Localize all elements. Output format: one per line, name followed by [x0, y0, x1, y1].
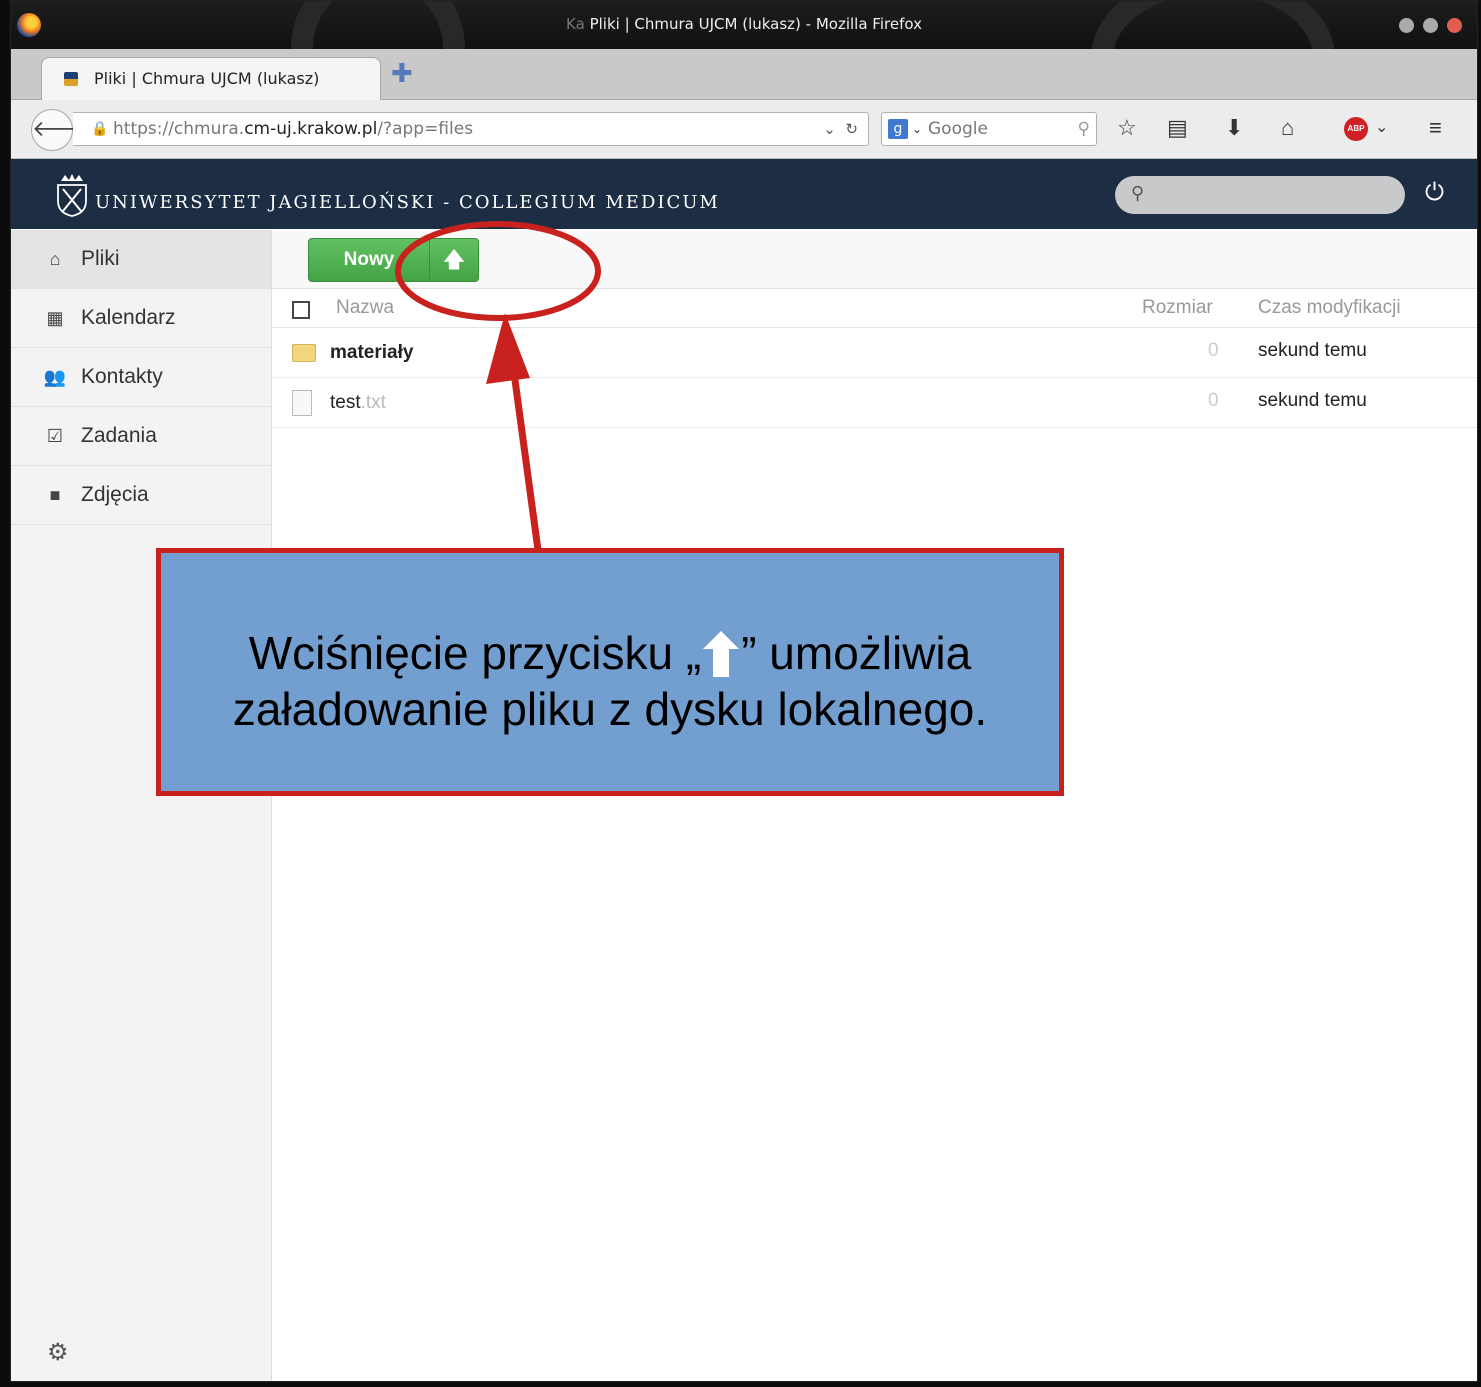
google-engine-icon[interactable]: g [888, 119, 908, 139]
adblock-plus-icon[interactable]: ABP [1344, 117, 1368, 141]
new-button[interactable]: Nowy [308, 238, 430, 282]
table-row[interactable]: test.txt 0 sekund temu [272, 378, 1477, 428]
app-search-input[interactable]: ⚲ [1115, 176, 1405, 214]
file-name[interactable]: test.txt [330, 392, 386, 414]
upload-arrow-icon [701, 629, 741, 679]
file-table: Nazwa Rozmiar Czas modyfikacji materiały… [272, 289, 1477, 428]
new-tab-icon[interactable]: ✚ [391, 59, 413, 87]
callout-line-1: Wciśnięcie przycisku „ ” umożliwia [161, 625, 1059, 681]
file-modified: sekund temu [1258, 340, 1367, 361]
university-crest-icon[interactable] [55, 173, 89, 217]
upload-button[interactable]: 🡅 [429, 238, 479, 282]
window-title-prefix: Ka [566, 15, 585, 33]
url-prefix: https://chmura. [113, 119, 245, 139]
file-size: 0 [1208, 340, 1219, 361]
back-button[interactable]: 🡐 [31, 109, 91, 151]
callout-line-2: załadowanie pliku z dysku lokalnego. [232, 683, 988, 735]
home-icon[interactable]: ⌂ [1281, 114, 1294, 142]
url-domain: cm-uj.krakow.pl [244, 119, 378, 139]
column-header-size[interactable]: Rozmiar [1142, 297, 1213, 319]
sidebar-item-zadania[interactable]: ☑ Zadania [11, 407, 271, 466]
column-header-modified[interactable]: Czas modyfikacji [1258, 297, 1401, 319]
settings-gear-icon[interactable]: ⚙ [47, 1338, 69, 1367]
chevron-down-icon[interactable]: ⌄ [912, 113, 922, 145]
navigation-toolbar: 🡐 🔒 https://chmura.cm-uj.krakow.pl/?app=… [11, 100, 1477, 159]
brand-title: UNIWERSYTET JAGIELLOŃSKI - COLLEGIUM MED… [95, 192, 720, 213]
reload-icon[interactable]: ↻ [845, 120, 858, 138]
table-header: Nazwa Rozmiar Czas modyfikacji [272, 289, 1477, 328]
files-controls-bar: Nowy 🡅 [272, 230, 1477, 289]
home-icon: ⌂ [49, 249, 61, 269]
sidebar-item-label: Pliki [81, 247, 120, 270]
callout-text-after: ” umożliwia [741, 627, 972, 679]
tab-label: Pliki | Chmura UJCM (lukasz) [94, 69, 320, 88]
photos-icon: ■ [49, 485, 61, 505]
callout-text-before: Wciśnięcie przycisku „ [248, 627, 702, 679]
annotation-callout: Wciśnięcie przycisku „ ” umożliwia załado… [156, 548, 1064, 796]
window-title: Ka Pliki | Chmura UJCM (lukasz) - Mozill… [11, 15, 1477, 33]
maximize-button[interactable] [1423, 18, 1438, 33]
search-bar[interactable]: g ⌄ Google ⚲ [881, 112, 1097, 146]
url-bar[interactable]: 🔒 https://chmura.cm-uj.krakow.pl/?app=fi… [73, 112, 869, 146]
upload-arrow-icon: 🡅 [442, 247, 466, 272]
text-file-icon [292, 390, 312, 416]
sidebar-item-pliki[interactable]: ⌂ Pliki [11, 230, 271, 289]
table-row[interactable]: materiały 0 sekund temu [272, 328, 1477, 378]
calendar-icon: ▦ [46, 308, 64, 328]
close-window-button[interactable] [1447, 18, 1462, 33]
window-title-text: Pliki | Chmura UJCM (lukasz) - Mozilla F… [589, 15, 922, 33]
sidebar-item-label: Kontakty [81, 365, 163, 388]
file-size: 0 [1208, 390, 1219, 411]
search-placeholder: Google [928, 119, 988, 139]
file-modified: sekund temu [1258, 390, 1367, 411]
sidebar-item-label: Kalendarz [81, 306, 176, 329]
search-icon: ⚲ [1131, 183, 1145, 203]
column-header-name[interactable]: Nazwa [336, 297, 394, 319]
search-icon[interactable]: ⚲ [1078, 113, 1090, 145]
url-text: https://chmura.cm-uj.krakow.pl/?app=file… [113, 113, 473, 145]
sidebar-item-label: Zdjęcia [81, 483, 149, 506]
app-header: UNIWERSYTET JAGIELLOŃSKI - COLLEGIUM MED… [11, 159, 1477, 229]
file-extension: .txt [360, 392, 386, 413]
sidebar-item-zdjecia[interactable]: ■ Zdjęcia [11, 466, 271, 525]
site-favicon-icon [64, 72, 78, 86]
tab-strip: Pliki | Chmura UJCM (lukasz) ✚ [11, 49, 1477, 100]
sidebar-item-label: Zadania [81, 424, 157, 447]
tasks-icon: ☑ [46, 426, 64, 446]
reading-list-icon[interactable]: ▤ [1167, 114, 1188, 142]
logout-power-icon[interactable]: ⏻ [1425, 179, 1444, 207]
lock-icon: 🔒 [91, 121, 109, 137]
download-icon[interactable]: ⬇ [1225, 114, 1243, 142]
menu-icon[interactable]: ≡ [1429, 114, 1442, 142]
url-suffix: /?app=files [377, 119, 474, 139]
chevron-down-icon[interactable]: ⌄ [1375, 114, 1388, 142]
tab-pliki[interactable]: Pliki | Chmura UJCM (lukasz) [41, 57, 381, 100]
minimize-button[interactable] [1399, 18, 1414, 33]
bookmark-star-icon[interactable]: ☆ [1117, 114, 1137, 142]
sidebar-item-kalendarz[interactable]: ▦ Kalendarz [11, 289, 271, 348]
history-dropdown-icon[interactable]: ⌄ [823, 120, 836, 138]
window-titlebar: Ka Pliki | Chmura UJCM (lukasz) - Mozill… [11, 1, 1477, 145]
file-basename: test [330, 392, 361, 413]
url-tools: ⌄ ↻ [823, 113, 858, 145]
sidebar-item-kontakty[interactable]: 👥 Kontakty [11, 348, 271, 407]
file-name[interactable]: materiały [330, 342, 413, 364]
contacts-icon: 👥 [43, 367, 67, 387]
folder-icon [292, 344, 316, 362]
select-all-checkbox[interactable] [292, 301, 310, 319]
sidebar: ⌂ Pliki ▦ Kalendarz 👥 Kontakty ☑ Zadania… [11, 230, 272, 1381]
